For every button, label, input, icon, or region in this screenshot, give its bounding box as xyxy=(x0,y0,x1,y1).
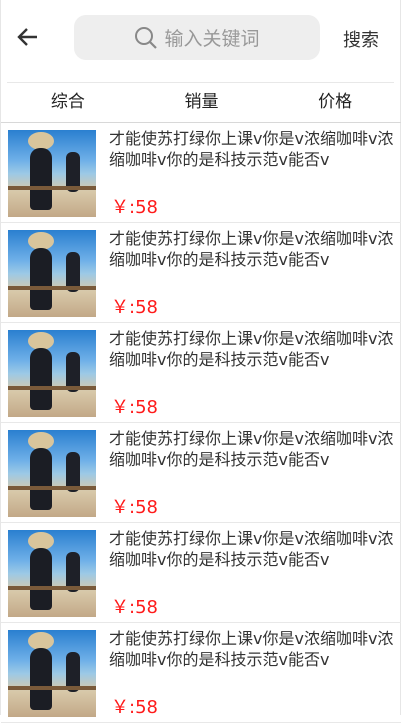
product-title[interactable]: 才能使苏打绿你上课v你是v浓缩咖啡v浓缩咖啡v你的是科技示范v能否v xyxy=(109,428,397,470)
product-item[interactable]: 才能使苏打绿你上课v你是v浓缩咖啡v浓缩咖啡v你的是科技示范v能否v ￥:58 xyxy=(1,523,401,623)
product-price: ￥:58 xyxy=(111,397,158,418)
product-item[interactable]: 才能使苏打绿你上课v你是v浓缩咖啡v浓缩咖啡v你的是科技示范v能否v ￥:58 xyxy=(1,623,401,723)
tab-sales[interactable]: 销量 xyxy=(135,83,269,122)
product-price: ￥:58 xyxy=(111,597,158,618)
product-image[interactable] xyxy=(8,330,96,417)
product-title[interactable]: 才能使苏打绿你上课v你是v浓缩咖啡v浓缩咖啡v你的是科技示范v能否v xyxy=(109,228,397,270)
search-icon xyxy=(135,26,158,49)
product-image[interactable] xyxy=(8,130,96,217)
product-title[interactable]: 才能使苏打绿你上课v你是v浓缩咖啡v浓缩咖啡v你的是科技示范v能否v xyxy=(109,128,397,170)
product-title[interactable]: 才能使苏打绿你上课v你是v浓缩咖啡v浓缩咖啡v你的是科技示范v能否v xyxy=(109,328,397,370)
product-item[interactable]: 才能使苏打绿你上课v你是v浓缩咖啡v浓缩咖啡v你的是科技示范v能否v ￥:58 xyxy=(1,423,401,523)
product-image[interactable] xyxy=(8,430,96,517)
back-arrow-icon[interactable] xyxy=(15,24,41,50)
product-price: ￥:58 xyxy=(111,197,158,218)
header: 输入关键词 搜索 xyxy=(1,0,401,82)
product-title[interactable]: 才能使苏打绿你上课v你是v浓缩咖啡v浓缩咖啡v你的是科技示范v能否v xyxy=(109,628,397,670)
tab-price[interactable]: 价格 xyxy=(268,83,401,122)
product-price: ￥:58 xyxy=(111,697,158,718)
product-item[interactable]: 才能使苏打绿你上课v你是v浓缩咖啡v浓缩咖啡v你的是科技示范v能否v ￥:58 xyxy=(1,223,401,323)
product-image[interactable] xyxy=(8,630,96,717)
sort-tabs: 综合 销量 价格 xyxy=(1,83,401,123)
product-price: ￥:58 xyxy=(111,497,158,518)
product-title[interactable]: 才能使苏打绿你上课v你是v浓缩咖啡v浓缩咖啡v你的是科技示范v能否v xyxy=(109,528,397,570)
search-input[interactable]: 输入关键词 xyxy=(74,15,320,60)
product-item[interactable]: 才能使苏打绿你上课v你是v浓缩咖啡v浓缩咖啡v你的是科技示范v能否v ￥:58 xyxy=(1,123,401,223)
product-item[interactable]: 才能使苏打绿你上课v你是v浓缩咖啡v浓缩咖啡v你的是科技示范v能否v ￥:58 xyxy=(1,323,401,423)
product-image[interactable] xyxy=(8,230,96,317)
search-placeholder: 输入关键词 xyxy=(164,28,260,50)
product-price: ￥:58 xyxy=(111,297,158,318)
product-image[interactable] xyxy=(8,530,96,617)
product-list: 才能使苏打绿你上课v你是v浓缩咖啡v浓缩咖啡v你的是科技示范v能否v ￥:58 … xyxy=(1,123,401,723)
tab-comprehensive[interactable]: 综合 xyxy=(1,83,135,122)
search-button[interactable]: 搜索 xyxy=(343,26,379,52)
